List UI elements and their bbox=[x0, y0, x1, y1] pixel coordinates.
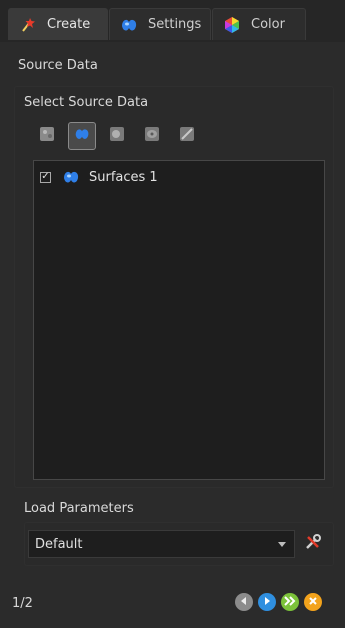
wrench-button[interactable] bbox=[300, 531, 326, 557]
spots-icon bbox=[108, 125, 126, 147]
cancel-button[interactable] bbox=[304, 593, 322, 611]
next-button[interactable] bbox=[258, 593, 276, 611]
wrench-icon bbox=[303, 532, 323, 556]
spots-filter-button[interactable] bbox=[103, 122, 131, 150]
tab-settings[interactable]: Settings bbox=[109, 8, 211, 40]
cells-filter-button[interactable] bbox=[138, 122, 166, 150]
back-icon bbox=[239, 595, 249, 610]
color-wheel-icon bbox=[221, 14, 243, 36]
filaments-filter-button[interactable] bbox=[173, 122, 201, 150]
chevron-down-icon bbox=[278, 541, 286, 547]
load-parameters-title: Load Parameters bbox=[24, 501, 134, 516]
source-data-list[interactable]: ✓ Surfaces 1 bbox=[33, 160, 325, 480]
next-icon bbox=[262, 595, 272, 610]
surface-icon bbox=[118, 14, 140, 36]
finish-button[interactable] bbox=[281, 593, 299, 611]
item-checkbox[interactable]: ✓ bbox=[40, 171, 51, 183]
back-button[interactable] bbox=[235, 593, 253, 611]
surface-icon bbox=[73, 125, 91, 147]
filaments-icon bbox=[178, 125, 196, 147]
page-indicator: 1/2 bbox=[12, 596, 33, 611]
group-label: Select Source Data bbox=[24, 95, 149, 110]
select-value: Default bbox=[35, 536, 83, 552]
finish-icon bbox=[284, 595, 296, 610]
tab-create[interactable]: Create bbox=[8, 8, 108, 40]
tab-bar: Create Settings Color bbox=[0, 0, 345, 42]
volume-filter-button[interactable] bbox=[33, 122, 61, 150]
section-title: Source Data bbox=[18, 58, 98, 73]
source-type-toolbar bbox=[33, 122, 208, 152]
load-parameters-select[interactable]: Default bbox=[28, 530, 295, 558]
tab-label: Create bbox=[47, 17, 91, 32]
tab-color[interactable]: Color bbox=[212, 8, 306, 40]
volume-icon bbox=[38, 125, 56, 147]
list-item[interactable]: ✓ Surfaces 1 bbox=[40, 167, 158, 187]
wand-icon bbox=[17, 14, 39, 36]
cells-icon bbox=[143, 125, 161, 147]
item-label: Surfaces 1 bbox=[89, 169, 158, 185]
tab-label: Color bbox=[251, 17, 285, 32]
surface-icon bbox=[61, 167, 81, 187]
cancel-icon bbox=[308, 595, 318, 610]
wizard-navigation bbox=[230, 593, 322, 611]
tab-label: Settings bbox=[148, 17, 202, 32]
surfaces-filter-button[interactable] bbox=[68, 122, 96, 150]
